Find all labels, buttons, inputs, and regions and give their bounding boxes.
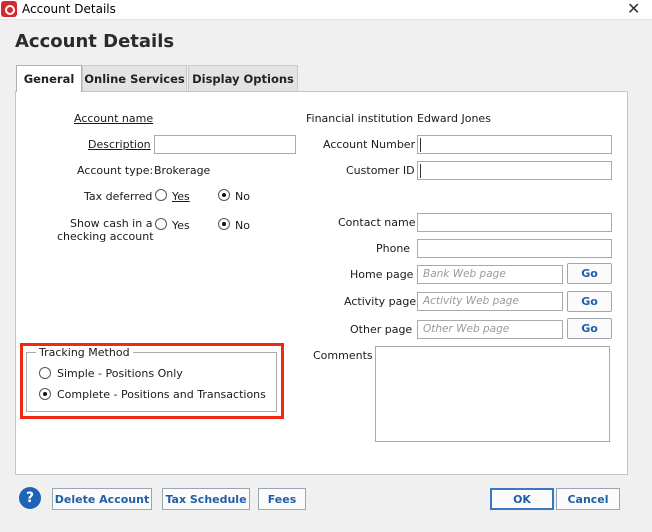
customer-id-field[interactable] xyxy=(417,161,612,180)
description-field[interactable] xyxy=(154,135,296,154)
home-page-field[interactable]: Bank Web page xyxy=(417,265,563,284)
contact-name-label: Contact name xyxy=(338,216,416,229)
tax-deferred-yes-label: Yes xyxy=(172,190,190,203)
tax-deferred-yes-radio[interactable] xyxy=(155,189,167,201)
financial-institution-label: Financial institution xyxy=(306,112,414,125)
phone-label: Phone xyxy=(376,242,411,255)
show-cash-label: Show cash in a xyxy=(70,217,153,230)
close-icon[interactable]: ✕ xyxy=(627,0,640,18)
account-number-label: Account Number xyxy=(323,138,416,151)
tax-deferred-label: Tax deferred xyxy=(84,190,153,203)
description-label: Description xyxy=(88,138,151,151)
help-icon[interactable]: ? xyxy=(19,487,41,509)
quicken-logo-icon xyxy=(1,1,17,17)
title-bar: Account Details ✕ xyxy=(0,0,652,20)
other-page-field[interactable]: Other Web page xyxy=(417,320,563,339)
phone-field[interactable] xyxy=(417,239,612,258)
contact-name-field[interactable] xyxy=(417,213,612,232)
tax-deferred-no-radio[interactable] xyxy=(218,189,230,201)
account-type-label: Account type: xyxy=(77,164,154,177)
tab-general[interactable]: General xyxy=(16,65,82,92)
home-page-label: Home page xyxy=(350,268,414,281)
tab-display-options[interactable]: Display Options xyxy=(188,65,298,91)
text-caret xyxy=(420,138,421,152)
show-cash-no-radio[interactable] xyxy=(218,218,230,230)
tax-deferred-no-label: No xyxy=(235,190,250,203)
account-number-field[interactable] xyxy=(417,135,612,154)
account-name-label: Account name xyxy=(74,112,154,125)
ok-button[interactable]: OK xyxy=(490,488,554,510)
comments-label: Comments xyxy=(313,349,373,362)
tax-schedule-button[interactable]: Tax Schedule xyxy=(162,488,250,510)
delete-account-button[interactable]: Delete Account xyxy=(52,488,152,510)
text-caret xyxy=(420,164,421,178)
show-cash-no-label: No xyxy=(235,219,250,232)
financial-institution-value: Edward Jones xyxy=(417,112,491,125)
window-title: Account Details xyxy=(22,2,116,16)
annotation-highlight-box xyxy=(20,343,284,419)
activity-page-field[interactable]: Activity Web page xyxy=(417,292,563,311)
cancel-button[interactable]: Cancel xyxy=(556,488,620,510)
activity-page-label: Activity page xyxy=(344,295,417,308)
customer-id-label: Customer ID xyxy=(346,164,415,177)
account-type-value: Brokerage xyxy=(154,164,211,177)
checking-account-label: checking account xyxy=(57,230,154,243)
activity-page-go-button[interactable]: Go xyxy=(567,291,612,312)
other-page-go-button[interactable]: Go xyxy=(567,318,612,339)
tab-online-services[interactable]: Online Services xyxy=(82,65,187,91)
fees-button[interactable]: Fees xyxy=(258,488,306,510)
dialog-heading: Account Details xyxy=(15,31,175,52)
home-page-go-button[interactable]: Go xyxy=(567,263,612,284)
other-page-label: Other page xyxy=(350,323,413,336)
show-cash-yes-label: Yes xyxy=(172,219,190,232)
comments-textarea[interactable] xyxy=(375,346,610,442)
show-cash-yes-radio[interactable] xyxy=(155,218,167,230)
